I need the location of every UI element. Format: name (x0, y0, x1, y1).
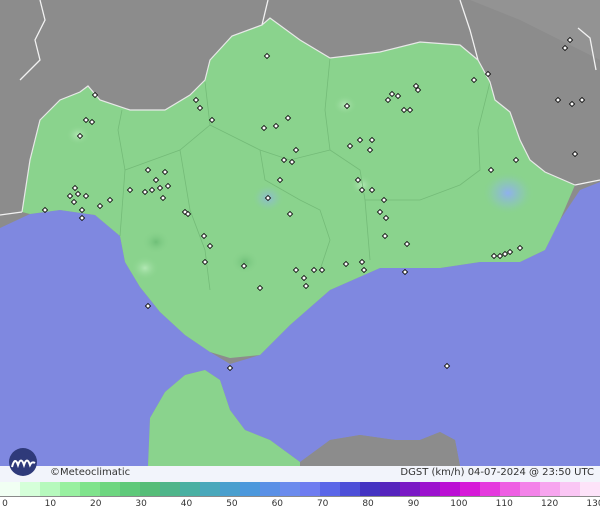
scale-tick-label: 60 (271, 499, 284, 509)
scale-swatch (0, 482, 20, 496)
scale-tick-label: 130 (586, 499, 600, 509)
scale-tick-label: 40 (180, 499, 193, 509)
scale-tick-label: 0 (2, 499, 8, 509)
scale-tick-label: 120 (541, 499, 559, 509)
scale-swatch (60, 482, 80, 496)
scale-swatch (160, 482, 180, 496)
scale-tick-label: 30 (135, 499, 147, 509)
scale-tick-label: 110 (495, 499, 513, 509)
scale-swatch (560, 482, 580, 496)
scale-tick-label: 50 (226, 499, 238, 509)
brand-name: ©Meteoclimatic (50, 467, 131, 478)
scale-swatch (580, 482, 600, 496)
scale-swatch (180, 482, 200, 496)
scale-swatch (260, 482, 280, 496)
meteoclimatic-logo-icon (9, 448, 37, 476)
light-spot-1 (131, 256, 159, 280)
scale-swatch (380, 482, 400, 496)
scale-tick-label: 10 (44, 499, 57, 509)
scale-swatch (480, 482, 500, 496)
scale-tick-label: 20 (90, 499, 102, 509)
map-viewer: ©Meteoclimatic DGST (km/h) 04-07-2024 @ … (0, 0, 600, 517)
scale-swatch (80, 482, 100, 496)
scale-swatch (440, 482, 460, 496)
scale-swatch (500, 482, 520, 496)
wind-gust-map (0, 0, 600, 466)
scale-tick-label: 80 (362, 499, 374, 509)
scale-tick-label: 70 (316, 499, 329, 509)
dark-spot-1 (142, 230, 170, 254)
scale-swatch (240, 482, 260, 496)
scale-tick-label: 90 (407, 499, 420, 509)
scale-swatch (200, 482, 220, 496)
color-scale-bar (0, 482, 600, 496)
scale-swatch (300, 482, 320, 496)
gust-hotspot-almeria (482, 171, 534, 215)
scale-swatch (280, 482, 300, 496)
scale-tick-labels: 0 10 20 30 40 50 60 70 80 90 100 110 120 130 (0, 497, 600, 517)
scale-swatch (320, 482, 340, 496)
dark-spot-2 (231, 250, 259, 274)
scale-swatch (100, 482, 120, 496)
scale-tick-label: 100 (450, 499, 468, 509)
scale-swatch (360, 482, 380, 496)
scale-swatch (40, 482, 60, 496)
scale-swatch (540, 482, 560, 496)
scale-swatch (20, 482, 40, 496)
scale-swatch (120, 482, 140, 496)
scale-swatch (520, 482, 540, 496)
scale-swatch (420, 482, 440, 496)
scale-swatch (400, 482, 420, 496)
scale-swatch (340, 482, 360, 496)
scale-swatch (460, 482, 480, 496)
scale-swatch (140, 482, 160, 496)
scale-swatch (220, 482, 240, 496)
legend-title: DGST (km/h) 04-07-2024 @ 23:50 UTC (400, 467, 594, 478)
